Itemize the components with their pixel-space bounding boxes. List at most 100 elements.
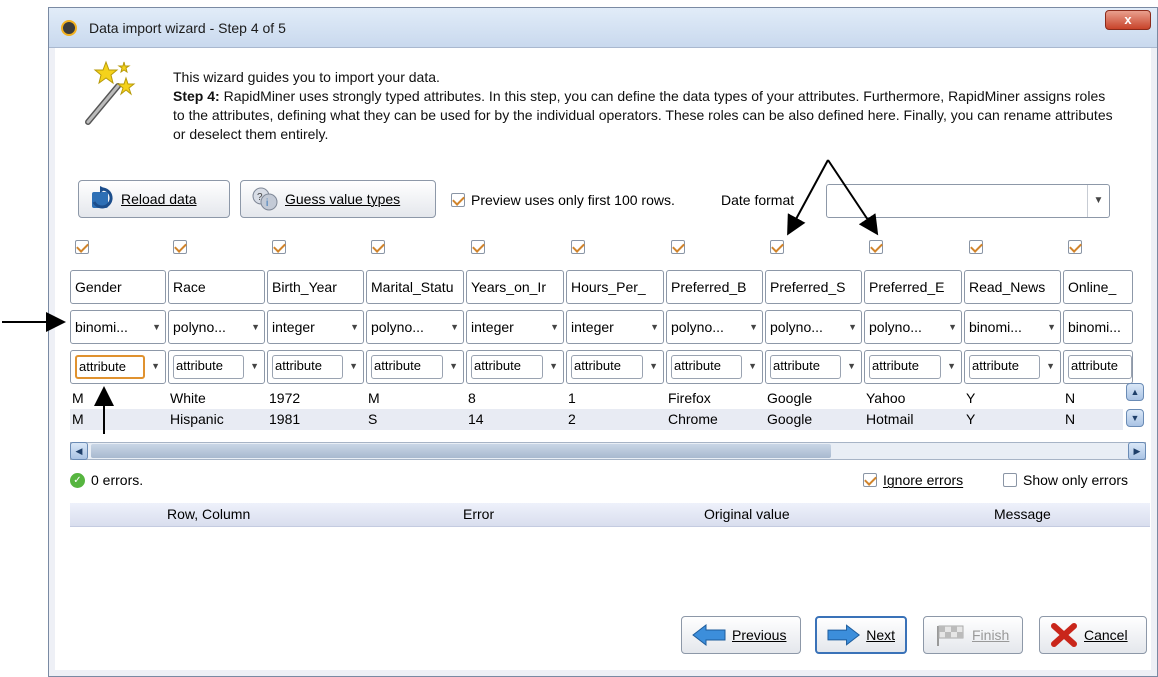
preview-option[interactable]: Preview uses only first 100 rows. bbox=[451, 192, 675, 208]
column-include-checkbox[interactable] bbox=[671, 240, 685, 254]
chevron-down-icon[interactable]: ▼ bbox=[1047, 311, 1056, 343]
column-header-error[interactable]: Error bbox=[463, 506, 494, 522]
next-button[interactable]: Next bbox=[815, 616, 907, 654]
horizontal-scroll-thumb[interactable] bbox=[91, 444, 831, 458]
reload-data-button[interactable]: Reload data bbox=[78, 180, 230, 218]
column-include-checkbox[interactable] bbox=[173, 240, 187, 254]
column-name-field[interactable]: Race bbox=[168, 270, 265, 304]
column-name-field[interactable]: Gender bbox=[70, 270, 166, 304]
chevron-down-icon[interactable]: ▼ bbox=[649, 361, 658, 371]
scroll-left-icon[interactable]: ◀ bbox=[70, 442, 88, 460]
column-role-combo[interactable]: attribute ▼ bbox=[964, 350, 1061, 384]
column-include-checkbox[interactable] bbox=[969, 240, 983, 254]
column-include-checkbox[interactable] bbox=[571, 240, 585, 254]
finish-button[interactable]: Finish bbox=[923, 616, 1023, 654]
column-include-checkbox[interactable] bbox=[272, 240, 286, 254]
column-type-combo[interactable]: polyno... ▼ bbox=[168, 310, 265, 344]
column-name-field[interactable]: Preferred_B bbox=[666, 270, 763, 304]
column-type-combo[interactable]: binomi... ▼ bbox=[70, 310, 166, 344]
column-include-checkbox[interactable] bbox=[471, 240, 485, 254]
column-name-field[interactable]: Marital_Statu bbox=[366, 270, 464, 304]
scroll-right-icon[interactable]: ▶ bbox=[1128, 442, 1146, 460]
column-role-combo[interactable]: attribute bbox=[1063, 350, 1133, 384]
column-type-combo[interactable]: integer ▼ bbox=[466, 310, 564, 344]
column-include-checkbox[interactable] bbox=[770, 240, 784, 254]
chevron-down-icon[interactable]: ▼ bbox=[848, 311, 857, 343]
column-include-checkbox[interactable] bbox=[1068, 240, 1082, 254]
chevron-down-icon[interactable]: ▼ bbox=[948, 311, 957, 343]
chevron-down-icon[interactable]: ▼ bbox=[349, 361, 358, 371]
column-name-field[interactable]: Online_ bbox=[1063, 270, 1133, 304]
column-role-combo[interactable]: attribute ▼ bbox=[366, 350, 464, 384]
column-role-value[interactable]: attribute bbox=[75, 355, 145, 379]
column-type-combo[interactable]: binomi... ▼ bbox=[964, 310, 1061, 344]
chevron-down-icon[interactable]: ▼ bbox=[1087, 185, 1109, 217]
column-role-value[interactable]: attribute bbox=[770, 355, 841, 379]
scroll-up-icon[interactable]: ▲ bbox=[1126, 383, 1144, 401]
column-type-combo[interactable]: binomi... bbox=[1063, 310, 1133, 344]
cancel-button[interactable]: Cancel bbox=[1039, 616, 1147, 654]
column-role-combo[interactable]: attribute ▼ bbox=[864, 350, 962, 384]
column-header-original-value[interactable]: Original value bbox=[704, 506, 790, 522]
chevron-down-icon[interactable]: ▼ bbox=[749, 311, 758, 343]
column-role-value[interactable]: attribute bbox=[471, 355, 543, 379]
column-type-combo[interactable]: polyno... ▼ bbox=[864, 310, 962, 344]
table-row[interactable]: M White 1972 M 8 1 Firefox Google Yahoo Y N bbox=[70, 388, 1123, 409]
date-format-combo[interactable]: ▼ bbox=[826, 184, 1110, 218]
chevron-down-icon[interactable]: ▼ bbox=[449, 361, 458, 371]
chevron-down-icon[interactable]: ▼ bbox=[549, 361, 558, 371]
horizontal-scrollbar[interactable]: ◀ ▶ bbox=[70, 442, 1146, 460]
column-role-value[interactable]: attribute bbox=[173, 355, 244, 379]
column-include-checkbox[interactable] bbox=[371, 240, 385, 254]
chevron-down-icon[interactable]: ▼ bbox=[251, 311, 260, 343]
show-only-errors-checkbox[interactable] bbox=[1003, 473, 1017, 487]
column-type-combo[interactable]: polyno... ▼ bbox=[666, 310, 763, 344]
chevron-down-icon[interactable]: ▼ bbox=[748, 361, 757, 371]
chevron-down-icon[interactable]: ▼ bbox=[650, 311, 659, 343]
chevron-down-icon[interactable]: ▼ bbox=[450, 311, 459, 343]
column-name-field[interactable]: Preferred_E bbox=[864, 270, 962, 304]
column-role-combo[interactable]: attribute ▼ bbox=[466, 350, 564, 384]
preview-checkbox[interactable] bbox=[451, 193, 465, 207]
chevron-down-icon[interactable]: ▼ bbox=[152, 311, 161, 343]
column-role-value[interactable]: attribute bbox=[272, 355, 343, 379]
previous-button[interactable]: Previous bbox=[681, 616, 801, 654]
ignore-errors-checkbox[interactable] bbox=[863, 473, 877, 487]
column-include-checkbox[interactable] bbox=[75, 240, 89, 254]
column-role-combo[interactable]: attribute ▼ bbox=[765, 350, 862, 384]
chevron-down-icon[interactable]: ▼ bbox=[947, 361, 956, 371]
column-role-combo[interactable]: attribute ▼ bbox=[666, 350, 763, 384]
column-header-message[interactable]: Message bbox=[994, 506, 1051, 522]
column-role-value[interactable]: attribute bbox=[671, 355, 742, 379]
column-type-combo[interactable]: polyno... ▼ bbox=[366, 310, 464, 344]
chevron-down-icon[interactable]: ▼ bbox=[350, 311, 359, 343]
chevron-down-icon[interactable]: ▼ bbox=[250, 361, 259, 371]
column-include-checkbox[interactable] bbox=[869, 240, 883, 254]
column-role-value[interactable]: attribute bbox=[869, 355, 941, 379]
table-row[interactable]: M Hispanic 1981 S 14 2 Chrome Google Hotmail Y N bbox=[70, 409, 1123, 430]
column-name-field[interactable]: Years_on_Ir bbox=[466, 270, 564, 304]
ignore-errors-option[interactable]: Ignore errors bbox=[863, 472, 963, 488]
column-role-value[interactable]: attribute bbox=[571, 355, 643, 379]
column-name-field[interactable]: Birth_Year bbox=[267, 270, 364, 304]
column-name-field[interactable]: Read_News bbox=[964, 270, 1061, 304]
column-name-field[interactable]: Preferred_S bbox=[765, 270, 862, 304]
column-name-field[interactable]: Hours_Per_ bbox=[566, 270, 664, 304]
chevron-down-icon[interactable]: ▼ bbox=[151, 361, 160, 371]
column-type-combo[interactable]: polyno... ▼ bbox=[765, 310, 862, 344]
column-role-combo[interactable]: attribute ▼ bbox=[566, 350, 664, 384]
column-role-combo[interactable]: attribute ▼ bbox=[168, 350, 265, 384]
column-role-value[interactable]: attribute bbox=[969, 355, 1040, 379]
column-type-combo[interactable]: integer ▼ bbox=[566, 310, 664, 344]
scroll-down-icon[interactable]: ▼ bbox=[1126, 409, 1144, 427]
show-only-errors-option[interactable]: Show only errors bbox=[1003, 472, 1128, 488]
column-role-combo[interactable]: attribute ▼ bbox=[70, 350, 166, 384]
column-role-value[interactable]: attribute bbox=[371, 355, 443, 379]
column-type-combo[interactable]: integer ▼ bbox=[267, 310, 364, 344]
chevron-down-icon[interactable]: ▼ bbox=[550, 311, 559, 343]
column-role-combo[interactable]: attribute ▼ bbox=[267, 350, 364, 384]
column-role-value[interactable]: attribute bbox=[1068, 355, 1132, 379]
chevron-down-icon[interactable]: ▼ bbox=[847, 361, 856, 371]
vertical-scrollbar[interactable]: ▲ ▼ bbox=[1126, 383, 1144, 431]
column-header-row-column[interactable]: Row, Column bbox=[167, 506, 250, 522]
